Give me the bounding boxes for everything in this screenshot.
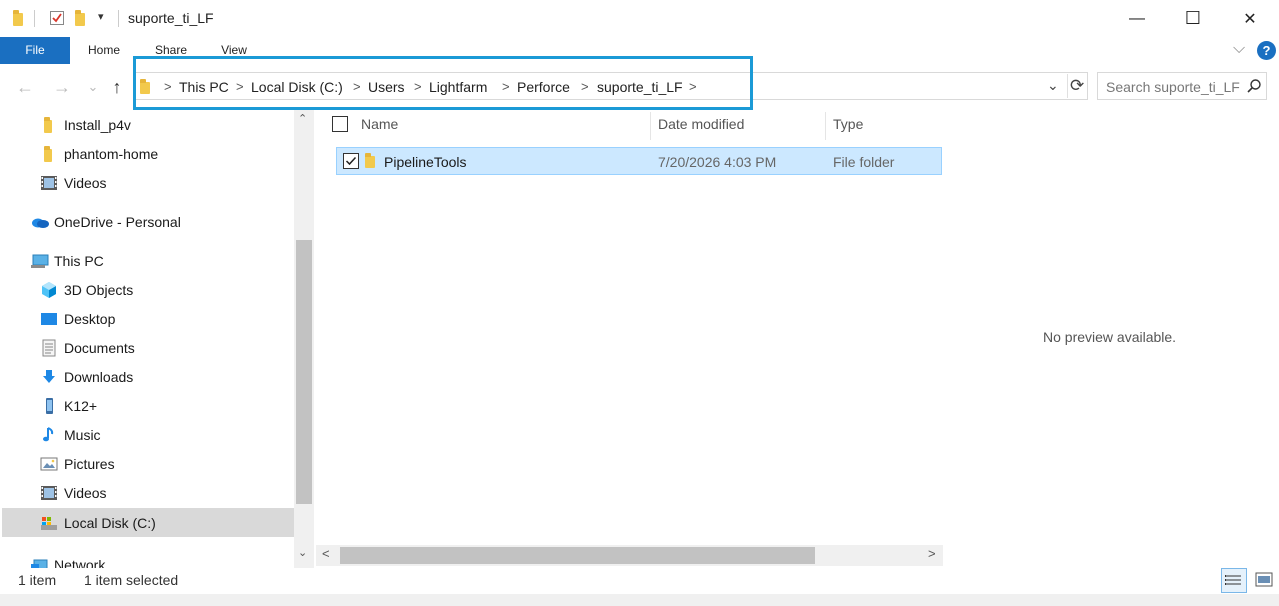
- recent-locations-button[interactable]: ⌄: [82, 76, 104, 98]
- status-bar: 1 item 1 item selected: [0, 568, 1279, 594]
- sidebar-item-label: Downloads: [64, 368, 134, 385]
- window-bottom-edge: [0, 594, 1279, 606]
- sidebar-item-downloads[interactable]: Downloads: [40, 362, 133, 391]
- properties-icon[interactable]: [49, 10, 65, 26]
- scroll-down-icon[interactable]: ⌄: [298, 546, 307, 559]
- folder-icon: [40, 116, 58, 134]
- divider: [34, 10, 35, 27]
- up-button[interactable]: ↑: [106, 76, 128, 98]
- customize-quick-access-icon[interactable]: ▾: [98, 10, 104, 23]
- selection-count: 1 item selected: [84, 572, 179, 588]
- folder-icon: [40, 145, 58, 163]
- forward-button[interactable]: →: [51, 76, 73, 98]
- address-bar-highlight: [133, 56, 753, 110]
- file-name: PipelineTools: [384, 154, 467, 170]
- sidebar-item-label: 3D Objects: [64, 281, 134, 298]
- phone-icon: [40, 397, 58, 415]
- new-folder-icon[interactable]: [74, 10, 90, 26]
- column-header-date-modified[interactable]: Date modified: [658, 116, 744, 132]
- sidebar-item-pictures[interactable]: Pictures: [40, 449, 115, 478]
- navigation-pane[interactable]: Install_p4v phantom-home Videos OneDrive…: [0, 110, 314, 568]
- sidebar-item-local-disk[interactable]: Local Disk (C:): [2, 508, 294, 537]
- refresh-icon[interactable]: ⟳: [1070, 76, 1084, 96]
- sidebar-item-label: Local Disk (C:): [64, 514, 156, 531]
- network-icon: [30, 556, 48, 568]
- divider: [118, 10, 119, 27]
- sidebar-item-label: Videos: [64, 484, 107, 501]
- sidebar-item-phantom-home[interactable]: phantom-home: [40, 139, 158, 168]
- tab-file[interactable]: File: [0, 37, 70, 64]
- desktop-icon: [40, 310, 58, 328]
- this-pc-icon: [30, 252, 49, 270]
- column-header-type[interactable]: Type: [833, 116, 863, 132]
- scroll-left-icon[interactable]: <: [322, 546, 330, 561]
- item-count: 1 item: [18, 572, 57, 588]
- large-icons-view-button[interactable]: [1252, 568, 1276, 593]
- table-row[interactable]: PipelineTools 7/20/2026 4:03 PM File fol…: [336, 147, 942, 175]
- sidebar-item-install-p4v[interactable]: Install_p4v: [40, 110, 131, 139]
- tab-home[interactable]: Home: [77, 37, 131, 64]
- file-date-modified: 7/20/2026 4:03 PM: [658, 154, 777, 170]
- file-list[interactable]: Name Date modified Type PipelineTools 7/…: [316, 110, 944, 568]
- maximize-button[interactable]: ☐: [1164, 0, 1222, 37]
- window-title: suporte_ti_LF: [128, 10, 214, 26]
- details-view-button[interactable]: [1221, 568, 1247, 593]
- search-icon[interactable]: [1246, 78, 1262, 94]
- sidebar-item-desktop[interactable]: Desktop: [40, 304, 115, 333]
- folder-icon: [363, 153, 377, 169]
- minimize-button[interactable]: —: [1108, 0, 1166, 37]
- videos-icon: [40, 484, 58, 502]
- sidebar-item-onedrive[interactable]: OneDrive - Personal: [30, 207, 181, 236]
- downloads-icon: [40, 368, 58, 386]
- help-icon[interactable]: ?: [1257, 41, 1276, 60]
- videos-icon: [40, 174, 58, 192]
- select-all-checkbox[interactable]: [332, 116, 348, 132]
- search-input[interactable]: Search suporte_ti_LF: [1097, 72, 1267, 100]
- file-type: File folder: [833, 154, 895, 170]
- sidebar-item-label: Pictures: [64, 455, 115, 472]
- folder-icon: [12, 10, 28, 26]
- local-disk-icon: [40, 514, 58, 532]
- sidebar-scroll-thumb[interactable]: [296, 240, 312, 504]
- onedrive-icon: [30, 213, 49, 231]
- sidebar-item-network[interactable]: Network: [30, 550, 105, 568]
- sidebar-item-videos-quick[interactable]: Videos: [40, 168, 107, 197]
- address-dropdown-icon[interactable]: ⌄: [1047, 77, 1059, 94]
- sidebar-item-label: Desktop: [64, 310, 116, 327]
- 3d-objects-icon: [40, 281, 58, 299]
- documents-icon: [40, 339, 58, 357]
- column-divider[interactable]: [825, 112, 826, 140]
- back-button[interactable]: ←: [14, 76, 36, 98]
- sidebar-item-label: Videos: [64, 174, 107, 191]
- preview-pane: No preview available.: [944, 110, 1279, 568]
- scroll-up-icon[interactable]: ⌃: [298, 112, 307, 125]
- pictures-icon: [40, 455, 58, 473]
- sidebar-item-k12[interactable]: K12+: [40, 391, 97, 420]
- preview-message: No preview available.: [1043, 329, 1177, 345]
- music-icon: [40, 426, 58, 444]
- sidebar-item-label: OneDrive - Personal: [54, 213, 181, 230]
- sidebar-item-3d-objects[interactable]: 3D Objects: [40, 275, 133, 304]
- column-divider[interactable]: [650, 112, 651, 140]
- search-placeholder: Search suporte_ti_LF: [1106, 79, 1240, 95]
- divider: [1067, 74, 1068, 98]
- sidebar-item-documents[interactable]: Documents: [40, 333, 135, 362]
- sidebar-item-label: Network: [54, 556, 106, 569]
- sidebar-item-label: Music: [64, 426, 101, 443]
- sidebar-item-label: Install_p4v: [64, 116, 131, 133]
- sidebar-item-music[interactable]: Music: [40, 420, 101, 449]
- row-checkbox[interactable]: [343, 153, 359, 169]
- sidebar-item-label: K12+: [64, 397, 98, 414]
- sidebar-item-label: This PC: [54, 252, 104, 269]
- sidebar-item-this-pc[interactable]: This PC: [30, 246, 104, 275]
- column-header-name[interactable]: Name: [361, 116, 398, 132]
- title-bar: ▾ suporte_ti_LF — ☐ ✕: [0, 0, 1279, 37]
- sidebar-item-label: Documents: [64, 339, 135, 356]
- horizontal-scroll-thumb[interactable]: [340, 547, 815, 564]
- sidebar-item-videos[interactable]: Videos: [40, 478, 107, 507]
- close-button[interactable]: ✕: [1221, 0, 1279, 37]
- expand-ribbon-icon[interactable]: ⌵: [1233, 40, 1245, 58]
- scroll-right-icon[interactable]: >: [928, 546, 936, 561]
- sidebar-item-label: phantom-home: [64, 145, 159, 162]
